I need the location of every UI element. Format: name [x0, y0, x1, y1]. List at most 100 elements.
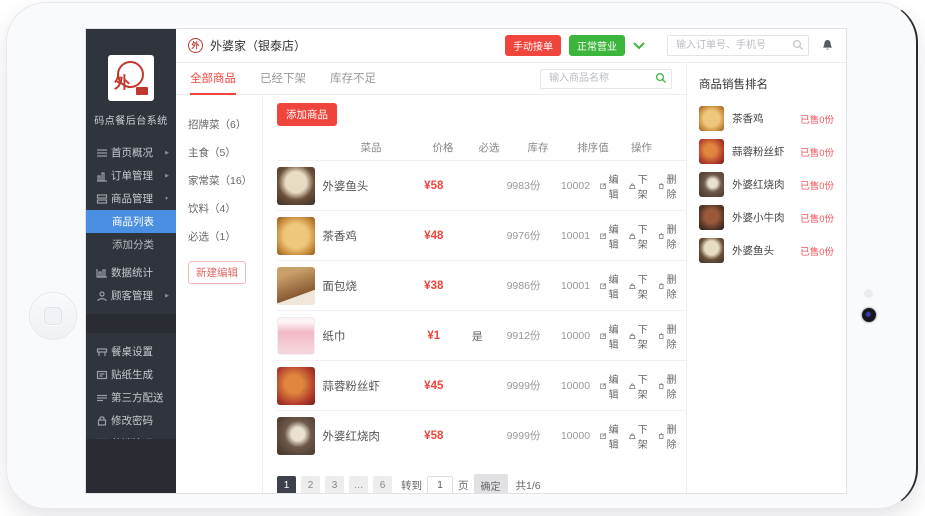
store-logo-icon: 外	[188, 38, 203, 53]
chevron-right-icon: ▶	[165, 173, 169, 179]
delete-button[interactable]: 删除	[658, 221, 680, 251]
sidebar: 外 码点餐后台系统 首页概况 ▶ 订单管理 ▶ 商品管理 ▼	[86, 29, 176, 493]
edit-button[interactable]: 编辑	[600, 221, 622, 251]
offshelf-button[interactable]: 下架	[629, 371, 651, 401]
customers-icon	[96, 290, 111, 302]
dish-stock: 9976份	[496, 228, 551, 243]
category-homestyle[interactable]: 家常菜（16）	[188, 167, 262, 195]
manual-order-button[interactable]: 手动接单	[505, 35, 561, 56]
sidebar-item-orders[interactable]: 订单管理 ▶	[86, 164, 176, 187]
table-row: 外婆红烧肉 ¥58 9999份 10000 编辑 下架 删除	[277, 410, 686, 460]
delete-button[interactable]: 删除	[658, 271, 680, 301]
category-staple[interactable]: 主食（5）	[188, 139, 262, 167]
sidebar-item-stats[interactable]: 数据统计	[86, 261, 176, 284]
sticker-icon	[96, 369, 111, 381]
sidebar-item-label: 第三方配送	[111, 390, 164, 405]
tab-low-stock[interactable]: 库存不足	[330, 63, 376, 95]
product-search-input[interactable]	[540, 69, 672, 89]
page-button-1[interactable]: 1	[277, 476, 296, 493]
table-row: 面包烧 ¥38 9986份 10001 编辑 下架 删除	[277, 260, 686, 310]
dish-sort: 10000	[551, 380, 600, 392]
sidebar-item-label: 修改密码	[111, 413, 153, 428]
password-icon	[96, 415, 111, 427]
chevron-down-icon[interactable]	[633, 42, 645, 50]
sidebar-item-products[interactable]: 商品管理 ▼	[86, 187, 176, 210]
offshelf-button[interactable]: 下架	[629, 271, 651, 301]
goto-page-input[interactable]	[427, 476, 453, 493]
ranking-sold-count: 已售0份	[800, 244, 834, 258]
order-search-input[interactable]	[667, 35, 809, 56]
offshelf-button[interactable]: 下架	[629, 171, 651, 201]
edit-button[interactable]: 编辑	[600, 421, 622, 451]
offshelf-button[interactable]: 下架	[629, 321, 651, 351]
ranking-dish-name: 外婆红烧肉	[732, 177, 785, 192]
orders-icon	[96, 170, 111, 182]
add-product-button[interactable]: 添加商品	[277, 103, 337, 126]
chevron-right-icon: ▶	[165, 150, 169, 156]
dish-name: 外婆红烧肉	[322, 428, 409, 444]
edit-button[interactable]: 编辑	[600, 371, 622, 401]
ranking-sold-count: 已售0份	[800, 178, 834, 192]
product-tabs-bar: 全部商品 已经下架 库存不足	[176, 63, 686, 95]
delete-button[interactable]: 删除	[658, 321, 680, 351]
dish-sort: 10002	[551, 180, 600, 192]
dish-name: 茶香鸡	[322, 228, 409, 244]
delete-button[interactable]: 删除	[658, 421, 680, 451]
table-row: 纸巾 ¥1 是 9912份 10000 编辑 下架 删除	[277, 310, 686, 360]
sidebar-item-delivery[interactable]: 第三方配送	[86, 386, 176, 409]
dish-photo	[277, 417, 315, 455]
offshelf-icon	[629, 381, 636, 391]
edit-icon	[600, 281, 607, 291]
bell-icon[interactable]	[821, 39, 834, 53]
sidebar-item-add-category[interactable]: 添加分类	[86, 233, 176, 256]
ranking-dish-name: 外婆鱼头	[732, 243, 774, 258]
sidebar-item-home[interactable]: 首页概况 ▶	[86, 141, 176, 164]
products-icon	[96, 193, 111, 205]
dish-photo	[277, 367, 315, 405]
list-item: 蒜蓉粉丝虾 已售0份	[699, 135, 834, 168]
sidebar-item-tables[interactable]: 餐桌设置	[86, 340, 176, 363]
tab-all-products[interactable]: 全部商品	[190, 63, 236, 95]
offshelf-icon	[629, 181, 636, 191]
header-required: 必选	[469, 140, 509, 155]
offshelf-icon	[629, 231, 636, 241]
edit-button[interactable]: 编辑	[600, 321, 622, 351]
ranking-dish-name: 茶香鸡	[732, 111, 764, 126]
offshelf-button[interactable]: 下架	[629, 421, 651, 451]
list-item: 外婆鱼头 已售0份	[699, 234, 834, 267]
tables-icon	[96, 346, 111, 358]
store-name: 外婆家（银泰店）	[210, 37, 306, 54]
sidebar-item-customers[interactable]: 顾客管理 ▶	[86, 284, 176, 307]
delete-button[interactable]: 删除	[658, 371, 680, 401]
business-status-button[interactable]: 正常营业	[569, 35, 625, 56]
home-button-square	[44, 307, 62, 325]
category-required[interactable]: 必选（1）	[188, 223, 262, 251]
goto-confirm-button[interactable]: 确定	[474, 474, 508, 493]
sidebar-item-sticker[interactable]: 贴纸生成	[86, 363, 176, 386]
sidebar-item-product-list[interactable]: 商品列表	[86, 210, 176, 233]
camera-dot	[862, 308, 876, 322]
tab-off-shelf[interactable]: 已经下架	[260, 63, 306, 95]
edit-button[interactable]: 编辑	[600, 171, 622, 201]
dish-photo	[277, 317, 315, 355]
sidebar-item-label: 顾客管理	[111, 288, 153, 303]
home-icon	[96, 147, 111, 159]
sidebar-item-label: 订单管理	[111, 168, 153, 183]
offshelf-icon	[629, 281, 636, 291]
dish-photo	[699, 139, 724, 164]
ranking-sold-count: 已售0份	[800, 145, 834, 159]
category-signature[interactable]: 招牌菜（6）	[188, 111, 262, 139]
page-button-3[interactable]: 3	[325, 476, 344, 493]
page-button-2[interactable]: 2	[301, 476, 320, 493]
delete-button[interactable]: 删除	[658, 171, 680, 201]
home-button[interactable]	[29, 292, 77, 340]
new-category-button[interactable]: 新建编辑	[188, 261, 246, 284]
dish-stock: 9983份	[496, 178, 551, 193]
sidebar-item-password[interactable]: 修改密码	[86, 409, 176, 432]
offshelf-button[interactable]: 下架	[629, 221, 651, 251]
delete-icon	[658, 331, 665, 341]
category-drinks[interactable]: 饮料（4）	[188, 195, 262, 223]
page-ellipsis: …	[349, 476, 368, 493]
edit-button[interactable]: 编辑	[600, 271, 622, 301]
page-button-6[interactable]: 6	[373, 476, 392, 493]
